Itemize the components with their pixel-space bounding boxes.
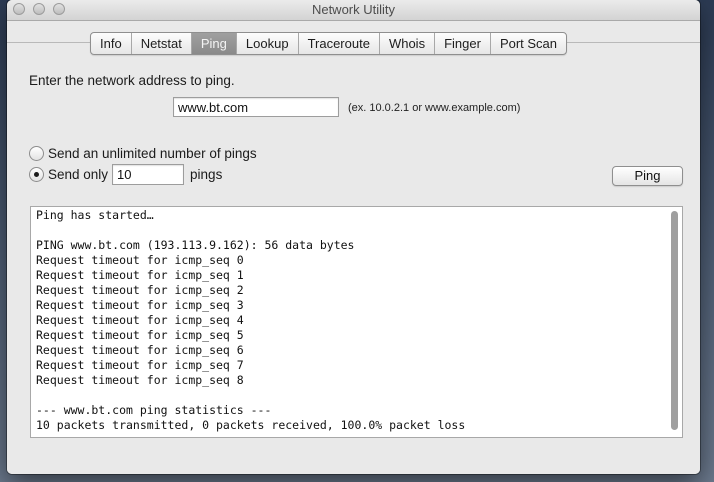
output-line: Request timeout for icmp_seq 1 <box>36 268 244 282</box>
output-line: PING www.bt.com (193.113.9.162): 56 data… <box>36 238 355 252</box>
tab-info[interactable]: Info <box>91 33 132 54</box>
tab-bar: Info Netstat Ping Lookup Traceroute Whois Fing… <box>90 32 568 55</box>
output-line: Request timeout for icmp_seq 8 <box>36 373 244 387</box>
window-content: Info Netstat Ping Lookup Traceroute Whois Fing… <box>7 21 700 474</box>
tab-finger[interactable]: Finger <box>435 33 491 54</box>
ping-count-input[interactable] <box>112 164 185 185</box>
address-example-hint: (ex. 10.0.2.1 or www.example.com) <box>348 102 521 114</box>
tab-port-scan[interactable]: Port Scan <box>491 33 566 54</box>
unlimited-pings-radio[interactable] <box>29 146 44 161</box>
tab-ping[interactable]: Ping <box>191 33 237 54</box>
unlimited-pings-label: Send an unlimited number of pings <box>48 146 257 161</box>
window-title: Network Utility <box>311 2 396 17</box>
output-line: 10 packets transmitted, 0 packets receiv… <box>36 418 466 432</box>
send-only-label: Send only <box>48 167 109 182</box>
ping-button[interactable]: Ping <box>612 166 683 186</box>
output-line: Request timeout for icmp_seq 5 <box>36 328 244 342</box>
tab-netstat[interactable]: Netstat <box>132 33 192 54</box>
network-utility-window: Network Utility Info Netstat Ping Lookup Tra… <box>7 0 700 474</box>
send-only-option[interactable]: Send only pings <box>29 164 222 185</box>
output-line: Request timeout for icmp_seq 4 <box>36 313 244 327</box>
network-address-input[interactable] <box>173 97 339 117</box>
output-line: --- www.bt.com ping statistics --- <box>36 403 272 417</box>
send-only-radio[interactable] <box>29 167 44 182</box>
output-scrollbar[interactable] <box>671 211 678 430</box>
output-line: Request timeout for icmp_seq 3 <box>36 298 244 312</box>
output-line: Request timeout for icmp_seq 2 <box>36 283 244 297</box>
pings-label: pings <box>190 167 223 182</box>
output-line: Ping has started… <box>36 208 154 222</box>
output-line: Request timeout for icmp_seq 7 <box>36 358 244 372</box>
unlimited-pings-option[interactable]: Send an unlimited number of pings <box>29 146 257 161</box>
tab-whois[interactable]: Whois <box>380 33 436 54</box>
ping-instruction: Enter the network address to ping. <box>29 73 235 88</box>
output-line: Request timeout for icmp_seq 6 <box>36 343 244 357</box>
tab-traceroute[interactable]: Traceroute <box>299 33 380 54</box>
output-line: Request timeout for icmp_seq 0 <box>36 253 244 267</box>
title-bar[interactable]: Network Utility <box>7 0 700 21</box>
ping-output-text: Ping has started… PING www.bt.com (193.11… <box>36 208 662 433</box>
ping-output-panel[interactable]: Ping has started… PING www.bt.com (193.11… <box>30 206 683 438</box>
tab-lookup[interactable]: Lookup <box>237 33 299 54</box>
